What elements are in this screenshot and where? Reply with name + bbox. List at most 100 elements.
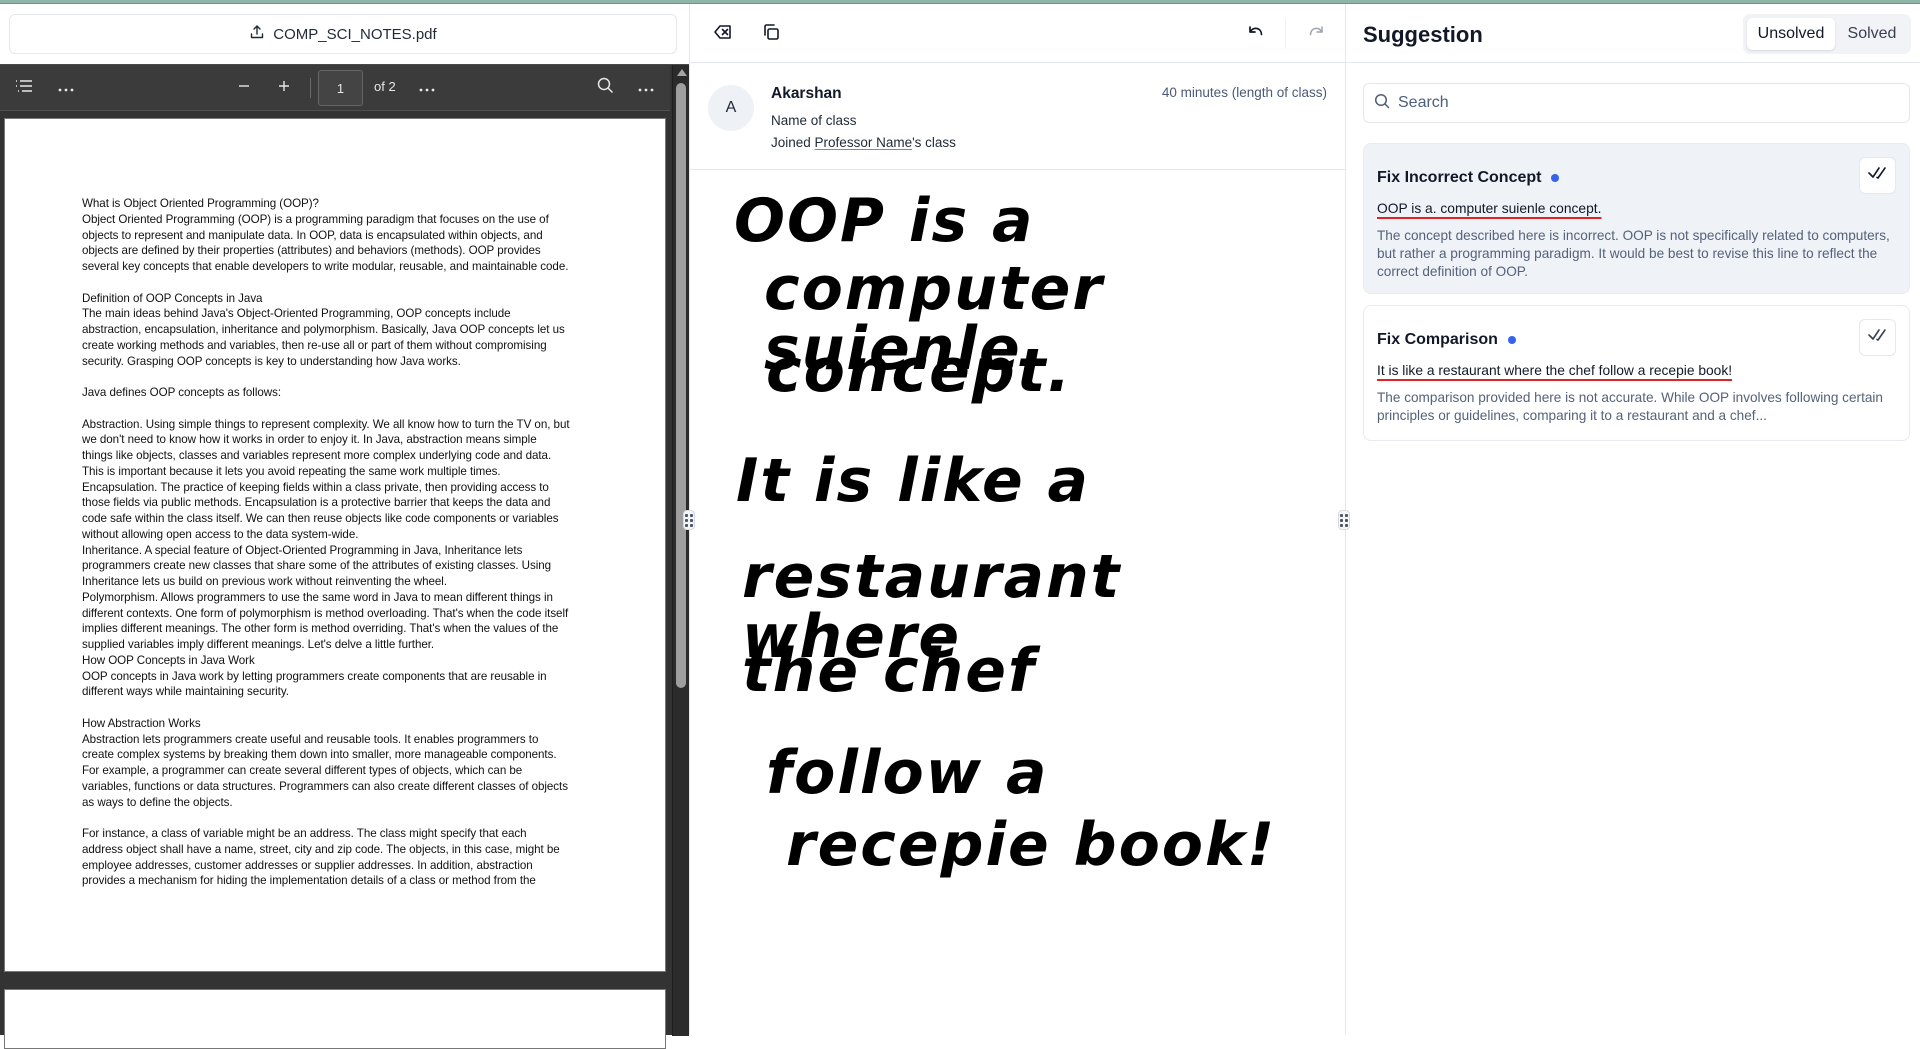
search-icon	[1374, 93, 1390, 114]
pdf-text-line: variables, functions or data structures.…	[82, 779, 568, 793]
pdf-text-line: without allowing open access to the data…	[82, 527, 359, 541]
pdf-text-line: implies different meanings. The other fo…	[82, 622, 559, 636]
pdf-text-line: different ways while maintaining securit…	[82, 685, 289, 699]
more-options-center-button[interactable]	[415, 78, 439, 98]
pdf-scrollbar[interactable]	[672, 65, 689, 1036]
pdf-text-line: Abstraction. Using simple things to repr…	[82, 417, 570, 431]
pdf-text-line: things like objects, classes and variabl…	[82, 449, 552, 462]
handwriting-canvas[interactable]: OOP is a computer suienle concept. It is…	[690, 171, 1345, 1035]
redo-icon	[1307, 24, 1325, 45]
suggestion-description: The concept described here is incorrect.…	[1377, 228, 1890, 279]
outline-button[interactable]	[12, 78, 36, 98]
pdf-text-line: OOP concepts in Java work by letting pro…	[82, 669, 547, 683]
suggestion-quote: OOP is a. computer suienle concept.	[1377, 201, 1602, 216]
page-count: of 2	[374, 79, 396, 94]
pdf-text-line: Inheritance lets us build on previous wo…	[82, 575, 447, 588]
suggestion-card[interactable]: Fix Incorrect Concept OOP is a. computer…	[1363, 143, 1910, 294]
more-horizontal-icon	[58, 79, 74, 97]
pdf-search-button[interactable]	[593, 76, 617, 100]
pdf-text-line: we don't need to know how it works in or…	[82, 433, 537, 447]
pdf-text-line: abstraction, encapsulation, inheritance …	[82, 323, 565, 336]
handwriting-line: concept.	[766, 336, 1073, 406]
left-resize-handle[interactable]	[683, 510, 695, 530]
suggestions-panel: Suggestion Unsolved Solved Fix Incorrect…	[1345, 4, 1920, 1035]
pdf-text-line: How OOP Concepts in Java Work	[82, 653, 255, 667]
double-check-icon	[1867, 328, 1888, 347]
suggestion-title: Fix Comparison	[1377, 331, 1498, 348]
status-tabs: Unsolved Solved	[1743, 14, 1911, 54]
pdf-text-line: Polymorphism. Allows programmers to use …	[82, 590, 553, 604]
file-name: COMP_SCI_NOTES.pdf	[273, 25, 437, 43]
pdf-text-line: objects to represent and manipulate data…	[82, 228, 543, 242]
upload-icon	[249, 24, 265, 44]
pdf-text-line: code safe within the class itself. We ca…	[82, 512, 559, 525]
suggestions-title: Suggestion	[1363, 22, 1483, 47]
handwriting-line: recepie book!	[786, 810, 1277, 880]
pdf-text-line: supplied variables imply different meani…	[82, 638, 435, 651]
pdf-text-line: programmers create new classes that shar…	[82, 559, 552, 573]
student-name: Akarshan	[771, 85, 842, 102]
tab-solved[interactable]: Solved	[1837, 18, 1907, 50]
more-options-right-button[interactable]	[634, 78, 658, 98]
pdf-text-line: employee addresses, customer addresses o…	[82, 858, 533, 872]
pdf-text-line: objects are defined by their properties …	[82, 244, 541, 258]
pdf-text-line: For instance, a class of variable might …	[82, 827, 527, 840]
search-icon	[597, 77, 614, 99]
undo-button[interactable]	[1240, 18, 1272, 50]
pdf-text-line: Encapsulation. The practice of keeping f…	[82, 480, 549, 494]
pdf-toolbar: of 2	[0, 65, 670, 111]
page-number-input[interactable]	[318, 70, 363, 106]
pdf-blank-line	[82, 700, 602, 716]
file-upload-header[interactable]: COMP_SCI_NOTES.pdf	[9, 14, 677, 54]
pdf-blank-line	[82, 369, 602, 385]
double-check-icon	[1867, 166, 1888, 185]
pdf-text-line: different contexts. One form of polymorp…	[82, 606, 569, 620]
toolbar-divider	[1285, 19, 1286, 49]
mark-resolved-button[interactable]	[1859, 319, 1896, 356]
clear-button[interactable]	[707, 18, 739, 50]
suggestion-card[interactable]: Fix Comparison It is like a restaurant w…	[1363, 305, 1910, 441]
handwriting-line: the chef	[742, 636, 1037, 706]
pdf-text-line: address object shall have a name, street…	[82, 842, 560, 856]
list-icon	[15, 79, 33, 98]
search-field[interactable]	[1363, 83, 1910, 123]
pdf-page-1: What is Object Oriented Programming (OOP…	[4, 118, 666, 972]
pdf-text-line: Definition of OOP Concepts in Java	[82, 291, 263, 305]
copy-icon	[762, 23, 780, 46]
suggestion-title: Fix Incorrect Concept	[1377, 169, 1542, 186]
suggestion-title-row: Fix Incorrect Concept	[1377, 169, 1560, 187]
joined-suffix: 's class	[912, 135, 956, 150]
pdf-blank-line	[82, 810, 602, 826]
zoom-out-button[interactable]	[232, 76, 256, 100]
zoom-in-button[interactable]	[272, 76, 296, 100]
pdf-text-line: create complex systems by breaking them …	[82, 748, 557, 762]
copy-button[interactable]	[755, 18, 787, 50]
pdf-panel: COMP_SCI_NOTES.pdf 1 of 2 What is Object…	[0, 4, 689, 1049]
joined-info: Joined Professor Name's class	[771, 135, 956, 150]
handwriting-line: follow a	[766, 738, 1049, 808]
tab-unsolved[interactable]: Unsolved	[1747, 18, 1835, 50]
professor-link[interactable]: Professor Name	[815, 135, 913, 150]
right-resize-handle[interactable]	[1338, 510, 1350, 530]
scrollbar-thumb[interactable]	[676, 83, 686, 688]
more-horizontal-icon	[419, 79, 435, 97]
pdf-text-line: This is important because it lets you av…	[82, 464, 501, 478]
suggestion-quote: It is like a restaurant where the chef f…	[1377, 363, 1733, 378]
more-options-left-button[interactable]	[54, 78, 78, 98]
pdf-viewer: of 2 What is Object Oriented Programming…	[0, 64, 689, 1049]
search-input[interactable]	[1398, 94, 1878, 112]
pdf-text-line: those fields via public methods. Encapsu…	[82, 496, 551, 510]
pdf-text-line: How Abstraction Works	[82, 716, 201, 730]
suggestion-description: The comparison provided here is not accu…	[1377, 390, 1883, 423]
pdf-text-line: security. Grasping OOP concepts is key t…	[82, 354, 461, 368]
pdf-text-line: The main ideas behind Java's Object-Orie…	[82, 307, 511, 321]
pdf-blank-line	[82, 275, 602, 291]
pdf-text-line: Abstraction lets programmers create usef…	[82, 732, 539, 746]
backspace-clear-icon	[714, 24, 732, 45]
mark-resolved-button[interactable]	[1859, 157, 1896, 194]
more-horizontal-icon	[638, 79, 654, 97]
handwriting-line: OOP is a	[734, 186, 1035, 256]
redo-button[interactable]	[1300, 18, 1332, 50]
scroll-up-arrow-icon[interactable]	[677, 69, 687, 76]
pdf-text-line: several key concepts that enable develop…	[82, 260, 569, 273]
